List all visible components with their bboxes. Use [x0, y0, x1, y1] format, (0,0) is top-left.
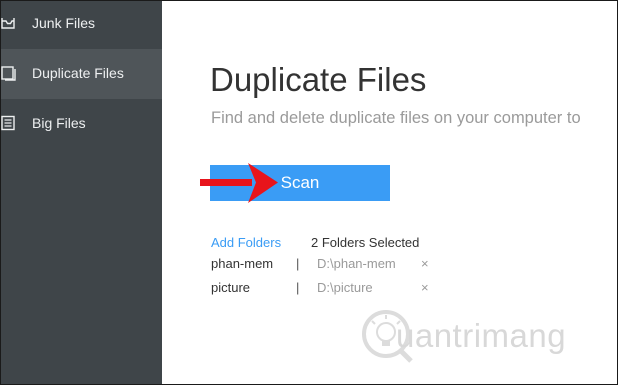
- sidebar-item-label: Junk Files: [32, 15, 96, 31]
- selected-folders-count: 2 Folders Selected: [311, 235, 420, 250]
- watermark-text: uantrimang: [396, 317, 567, 354]
- folder-name: phan-mem: [211, 256, 274, 271]
- duplicate-files-icon: [1, 65, 17, 81]
- sidebar-item-duplicate-files[interactable]: Duplicate Files: [1, 49, 162, 99]
- sidebar-item-big-files[interactable]: Big Files: [1, 99, 162, 149]
- folder-path: D:\phan-mem: [317, 256, 396, 271]
- folder-path: D:\picture: [317, 280, 373, 295]
- big-files-icon: [1, 115, 17, 131]
- folder-row: phan-mem | D:\phan-mem ×: [211, 256, 441, 276]
- red-arrow-annotation: [200, 163, 278, 203]
- separator: |: [296, 280, 300, 295]
- sidebar-item-label: Duplicate Files: [32, 65, 124, 81]
- folder-row: picture | D:\picture ×: [211, 280, 441, 300]
- page-subtitle: Find and delete duplicate files on your …: [211, 109, 581, 127]
- folder-name: picture: [211, 280, 251, 295]
- remove-folder-icon[interactable]: ×: [421, 280, 429, 295]
- remove-folder-icon[interactable]: ×: [421, 256, 429, 271]
- page-title: Duplicate Files: [210, 61, 427, 98]
- junk-files-icon: [1, 15, 17, 31]
- sidebar-item-junk-files[interactable]: Junk Files: [1, 1, 162, 49]
- app-window: Junk Files Duplicate Files Big Files Dup…: [0, 0, 618, 385]
- sidebar: Junk Files Duplicate Files Big Files: [1, 1, 162, 384]
- add-folders-link[interactable]: Add Folders: [211, 235, 281, 250]
- sidebar-item-label: Big Files: [32, 115, 86, 131]
- separator: |: [296, 256, 300, 271]
